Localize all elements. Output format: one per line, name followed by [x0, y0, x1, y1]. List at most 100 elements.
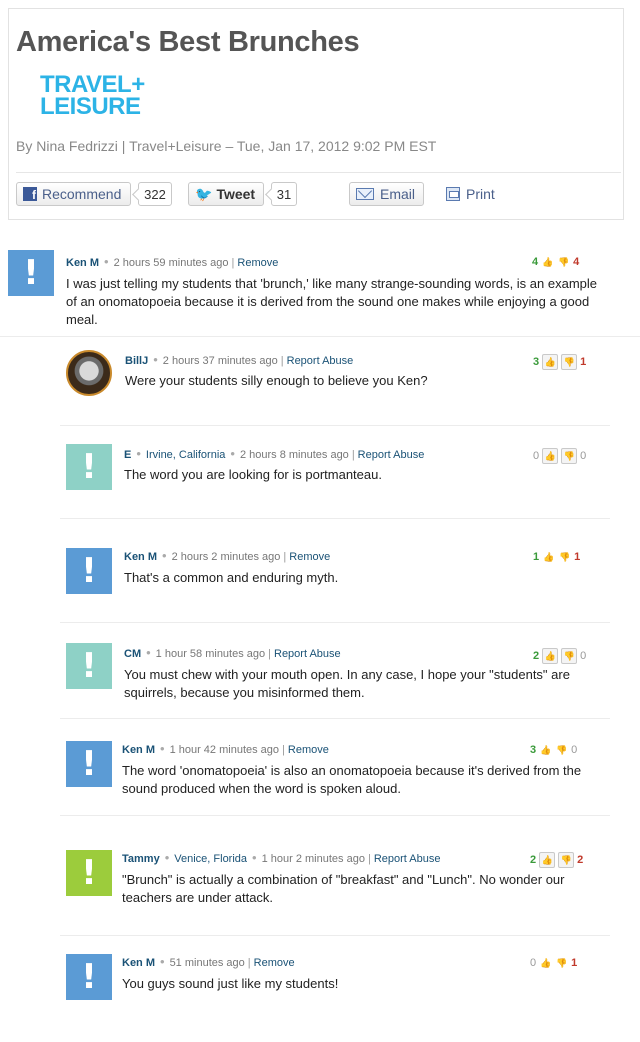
thumbs-down-icon[interactable]: 👎: [561, 354, 578, 370]
thumbs-down-count: 0: [571, 744, 578, 756]
bullet-separator: •: [104, 254, 109, 269]
default-avatar-icon: !: [81, 744, 97, 784]
thumbs-up-icon[interactable]: 👍: [542, 648, 559, 664]
thumbs-down-icon[interactable]: 👎: [561, 448, 578, 464]
travel-leisure-logo[interactable]: TRAVEL+ LEISURE: [40, 73, 145, 119]
avatar[interactable]: !: [66, 954, 112, 1000]
vote-controls: 3 👍 👎 0: [530, 744, 577, 756]
pipe-separator: |: [268, 648, 271, 660]
thumbs-down-icon[interactable]: 👎: [558, 551, 571, 563]
comment-divider: [60, 622, 610, 623]
thumbs-up-icon[interactable]: 👍: [542, 354, 559, 370]
divider: [16, 172, 621, 173]
recommend-button[interactable]: f Recommend: [16, 182, 131, 206]
comment-divider: [60, 815, 610, 816]
comment-timestamp: 2 hours 2 minutes ago: [171, 551, 281, 563]
comment-author[interactable]: Tammy: [122, 853, 160, 865]
avatar[interactable]: !: [66, 741, 112, 787]
vote-controls: 3 👍 👎 1: [533, 354, 586, 370]
pipe-separator: |: [247, 957, 251, 969]
envelope-icon: [356, 188, 374, 200]
comment-author[interactable]: Ken M: [66, 257, 99, 269]
printer-icon: [446, 187, 460, 201]
bullet-separator: •: [160, 741, 165, 756]
vote-controls: 1 👍 👎 1: [533, 551, 580, 563]
thumbs-up-icon[interactable]: 👍: [539, 957, 552, 969]
comment-divider: [60, 425, 610, 426]
report-abuse-link[interactable]: Report Abuse: [358, 449, 425, 461]
comment-author[interactable]: E: [124, 449, 131, 461]
comment-meta: E • Irvine, California • 2 hours 8 minutes a…: [124, 446, 424, 461]
thumbs-down-icon[interactable]: 👎: [555, 744, 568, 756]
bullet-separator: •: [160, 954, 165, 969]
vote-controls: 2 👍 👎 2: [530, 852, 583, 868]
comment-author[interactable]: Ken M: [122, 957, 155, 969]
thumbs-up-icon[interactable]: 👍: [542, 551, 555, 563]
comment-timestamp: 1 hour 58 minutes ago: [155, 648, 266, 660]
bullet-separator: •: [136, 446, 141, 461]
tweet-button[interactable]: 🐦 Tweet: [188, 182, 264, 206]
vote-controls: 0 👍 👎 1: [530, 957, 577, 969]
remove-link[interactable]: Remove: [288, 744, 329, 756]
report-abuse-link[interactable]: Report Abuse: [274, 648, 341, 660]
thumbs-down-icon[interactable]: 👎: [555, 957, 568, 969]
bullet-separator: •: [230, 446, 235, 461]
comment-text: You guys sound just like my students!: [122, 976, 339, 991]
vote-controls: 0 👍 👎 0: [533, 448, 586, 464]
comment-author[interactable]: BillJ: [125, 355, 148, 367]
vote-controls: 4 👍 👎 4: [532, 256, 579, 268]
thumbs-down-icon[interactable]: 👎: [557, 256, 570, 268]
comment-text: I was just telling my students that 'bru…: [66, 276, 598, 327]
avatar[interactable]: !: [66, 444, 112, 490]
thumbs-up-count: 0: [533, 450, 540, 462]
thumbs-down-count: 4: [573, 256, 580, 268]
thumbs-up-icon[interactable]: 👍: [539, 744, 552, 756]
email-button[interactable]: Email: [349, 182, 424, 206]
avatar[interactable]: [66, 350, 112, 396]
comment-timestamp: 1 hour 2 minutes ago: [261, 853, 365, 865]
thumbs-down-count: 1: [574, 551, 581, 563]
thumbs-up-count: 0: [530, 957, 537, 969]
thumbs-up-icon[interactable]: 👍: [541, 256, 554, 268]
comment-timestamp: 2 hours 8 minutes ago: [239, 449, 349, 461]
comment-meta: BillJ • 2 hours 37 minutes ago | Report Abus…: [125, 352, 353, 367]
bullet-separator: •: [162, 548, 167, 563]
thumbs-down-icon[interactable]: 👎: [561, 648, 578, 664]
avatar[interactable]: !: [66, 850, 112, 896]
recommend-label: Recommend: [42, 186, 122, 202]
avatar[interactable]: !: [8, 250, 54, 296]
email-label: Email: [380, 186, 416, 202]
comment-text: "Brunch" is actually a combination of "b…: [122, 872, 565, 905]
print-button[interactable]: Print: [446, 182, 495, 206]
thumbs-up-count: 2: [530, 854, 537, 866]
comment-text: That's a common and enduring myth.: [124, 570, 339, 585]
comment-author[interactable]: CM: [124, 648, 141, 660]
thumbs-up-count: 1: [533, 551, 540, 563]
remove-link[interactable]: Remove: [254, 957, 295, 969]
default-avatar-icon: !: [23, 253, 39, 293]
avatar[interactable]: !: [66, 548, 112, 594]
default-avatar-icon: !: [81, 447, 97, 487]
report-abuse-link[interactable]: Report Abuse: [287, 355, 354, 367]
thumbs-up-icon[interactable]: 👍: [542, 448, 559, 464]
bullet-separator: •: [146, 645, 151, 660]
thumbs-down-count: 1: [571, 957, 578, 969]
comment-text: The word you are looking for is portmant…: [124, 467, 382, 482]
remove-link[interactable]: Remove: [237, 257, 278, 269]
comment-author[interactable]: Ken M: [124, 551, 157, 563]
report-abuse-link[interactable]: Report Abuse: [374, 853, 441, 865]
comment-timestamp: 1 hour 42 minutes ago: [169, 744, 280, 756]
avatar[interactable]: !: [66, 643, 112, 689]
thumbs-down-count: 1: [580, 356, 587, 368]
thumbs-up-count: 2: [533, 650, 540, 662]
thumbs-down-count: 0: [580, 650, 587, 662]
thumbs-down-icon[interactable]: 👎: [558, 852, 575, 868]
pipe-separator: |: [282, 744, 285, 756]
comment-meta: CM • 1 hour 58 minutes ago | Report Abuse: [124, 645, 341, 660]
remove-link[interactable]: Remove: [289, 551, 330, 563]
comment-meta: Ken M • 2 hours 2 minutes ago | Remove: [124, 548, 330, 563]
comment-author[interactable]: Ken M: [122, 744, 155, 756]
bullet-separator: •: [153, 352, 158, 367]
default-avatar-icon: !: [81, 853, 97, 893]
thumbs-up-icon[interactable]: 👍: [539, 852, 556, 868]
